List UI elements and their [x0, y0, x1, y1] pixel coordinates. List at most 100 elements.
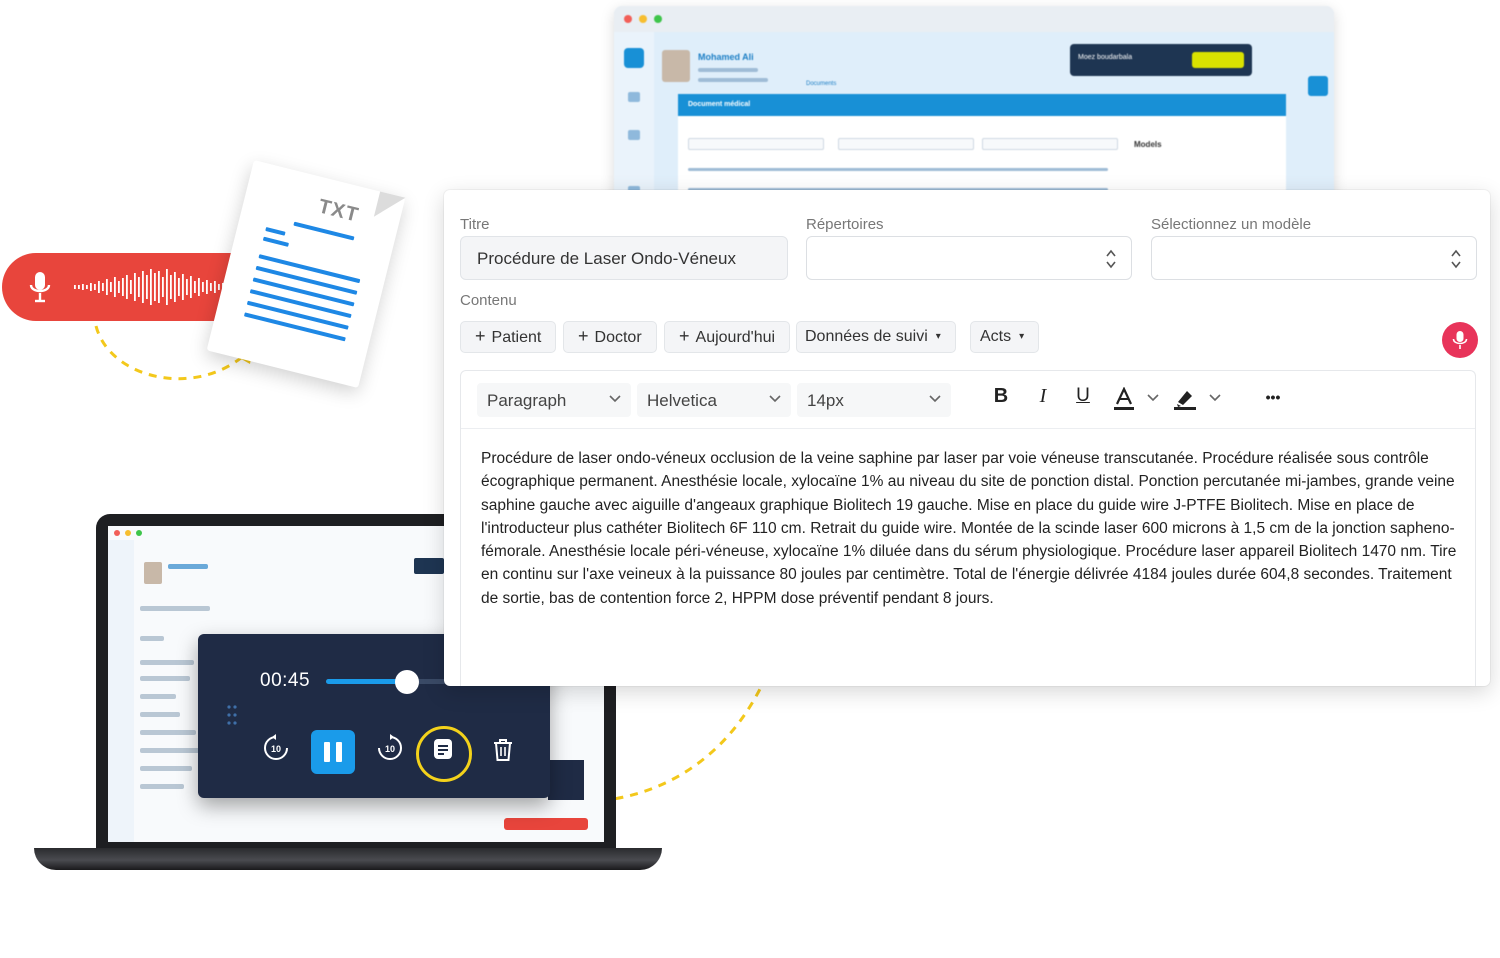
dictation-mic-button[interactable] [1442, 322, 1478, 358]
waveform-bar [182, 274, 184, 300]
title-input[interactable]: Procédure de Laser Ondo-Véneux [460, 236, 788, 280]
plus-icon: + [475, 326, 486, 346]
insert-patient-button[interactable]: + Patient [460, 321, 557, 353]
insert-today-button[interactable]: + Aujourd'hui [664, 321, 791, 353]
microphone-icon [29, 272, 51, 303]
player-shadow-panel [548, 760, 584, 800]
minimize-dot[interactable] [639, 15, 647, 23]
modal-title-field[interactable] [688, 138, 824, 150]
modal-model-field[interactable] [982, 138, 1118, 150]
rich-text-editor[interactable]: Paragraph Helvetica 14px B I U ••• Procé… [460, 370, 1476, 686]
document-editor-card: Titre Procédure de Laser Ondo-Véneux Rép… [444, 190, 1490, 686]
followup-data-dropdown[interactable]: Données de suivi ▾ [796, 321, 956, 353]
waveform-bar [146, 275, 148, 299]
trash-icon[interactable] [492, 738, 514, 762]
maximize-dot[interactable] [654, 15, 662, 23]
waveform-bar [186, 279, 188, 295]
font-size-select[interactable]: 14px [797, 383, 951, 417]
modal-chip-row [688, 168, 1108, 171]
waveform-bar [74, 285, 76, 289]
underline-button[interactable]: U [1073, 385, 1093, 413]
progress-track[interactable] [326, 679, 448, 684]
acts-dropdown[interactable]: Acts ▾ [970, 321, 1040, 353]
laptop-list-item [140, 660, 194, 665]
block-format-select[interactable]: Paragraph [477, 383, 631, 417]
select-updown-icon [1106, 249, 1116, 269]
chevron-down-icon [929, 395, 941, 403]
more-options-button[interactable]: ••• [1259, 389, 1287, 417]
font-family-select[interactable]: Helvetica [637, 383, 791, 417]
waveform-bar [174, 272, 176, 302]
chip-label: Patient [491, 329, 542, 346]
chip-label: Acts [980, 328, 1012, 345]
progress-knob[interactable] [395, 670, 419, 694]
italic-button[interactable]: I [1033, 385, 1053, 413]
laptop-list-item [140, 730, 196, 735]
waveform-bar [110, 282, 112, 292]
end-consultation-button[interactable] [504, 818, 588, 830]
plus-icon: + [578, 326, 589, 346]
waveform-bar [86, 285, 88, 289]
model-select[interactable] [1151, 236, 1477, 280]
waveform-bar [126, 275, 128, 299]
waveform-bar [122, 278, 124, 296]
forward-10-icon[interactable]: 10 [376, 734, 404, 762]
chip-label: Aujourd'hui [695, 329, 776, 346]
doctor-pill[interactable]: Moez boudarbala [1070, 44, 1252, 76]
add-button[interactable] [1308, 76, 1328, 96]
chevron-down-icon [609, 395, 621, 403]
waveform-bar [170, 275, 172, 299]
chevron-down-icon: ▾ [935, 331, 941, 342]
patient-phone [698, 68, 758, 72]
waveform-bar [142, 271, 144, 303]
agenda-icon[interactable] [628, 92, 640, 102]
pause-button[interactable] [311, 730, 355, 774]
select-updown-icon [1451, 249, 1461, 269]
plus-icon: + [679, 326, 690, 346]
waiting-room-icon[interactable] [628, 130, 640, 140]
chip-label: Doctor [594, 329, 642, 346]
waveform-bar [214, 281, 216, 293]
waveform-bar [202, 282, 204, 292]
laptop-avatar [144, 562, 162, 584]
close-dot[interactable] [624, 15, 632, 23]
chip-label: Données de suivi [805, 328, 928, 345]
model-label: Sélectionnez un modèle [1151, 216, 1312, 233]
rewind-10-icon[interactable]: 10 [262, 734, 290, 762]
directories-label: Répertoires [806, 216, 884, 233]
tab-documents[interactable]: Documents [806, 81, 836, 87]
laptop-list-item [140, 676, 190, 681]
chevron-down-icon: ▾ [1019, 331, 1025, 342]
laptop-base [34, 848, 662, 870]
waveform-bar [210, 283, 212, 291]
txt-document-icon: TXT [206, 160, 406, 388]
recording-pill[interactable] [2, 253, 248, 321]
waveform-bar [206, 280, 208, 294]
models-heading: Models [1134, 140, 1162, 149]
waveform-icon [74, 269, 240, 305]
waveform-bar [218, 284, 220, 290]
laptop-list-item [140, 766, 192, 771]
text-color-icon[interactable] [1113, 387, 1135, 411]
modal-directory-field[interactable] [838, 138, 974, 150]
elapsed-time: 00:45 [260, 670, 311, 691]
laptop-sidebar [108, 540, 134, 842]
document-content-text[interactable]: Procédure de laser ondo-véneux occlusion… [481, 447, 1461, 610]
drag-handle-icon[interactable] [226, 704, 238, 726]
title-label: Titre [460, 216, 490, 233]
block-format-value: Paragraph [487, 391, 567, 410]
patient-name[interactable]: Mohamed Ali [698, 52, 754, 62]
chevron-down-icon[interactable] [1147, 393, 1159, 403]
insert-doctor-button[interactable]: + Doctor [563, 321, 657, 353]
highlight-color-icon[interactable] [1173, 387, 1197, 411]
waveform-bar [150, 269, 152, 305]
modal-title: Document médical [678, 94, 1286, 116]
transcribe-document-icon[interactable] [432, 738, 454, 760]
chevron-down-icon[interactable] [1209, 393, 1221, 403]
bold-button[interactable]: B [991, 385, 1011, 413]
waveform-bar [114, 277, 116, 297]
patient-avatar [662, 50, 690, 82]
waveform-bar [98, 281, 100, 293]
directories-select[interactable] [806, 236, 1132, 280]
laptop-list-item [140, 712, 180, 717]
